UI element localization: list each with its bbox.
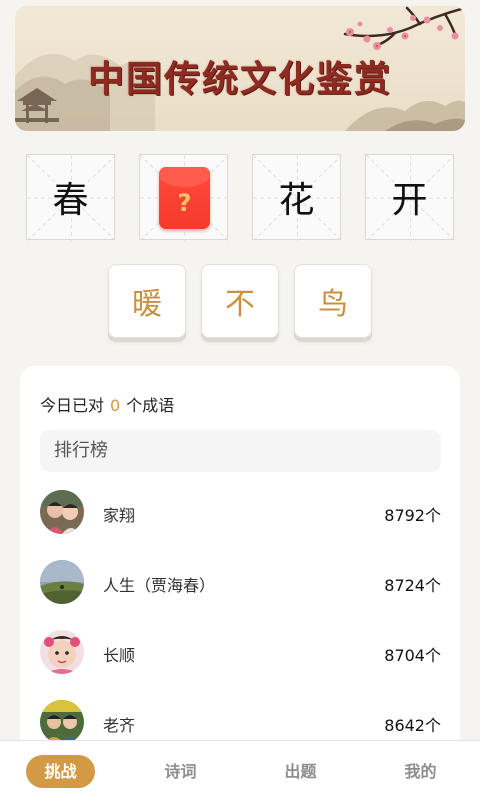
idiom-cell-1: 春	[26, 154, 116, 241]
avatar	[40, 700, 84, 744]
choice-button-1[interactable]: 暖	[108, 264, 186, 338]
idiom-cell-3: 花	[252, 154, 342, 241]
avatar	[40, 560, 84, 604]
player-score: 8642个	[384, 716, 441, 735]
today-stats: 今日已对 0 个成语	[40, 392, 174, 416]
idiom-char: 花	[278, 180, 315, 221]
leaderboard-row[interactable]: 老齐 8642个	[40, 700, 441, 744]
idiom-char: 春	[52, 180, 89, 221]
player-score: 8704个	[384, 646, 441, 665]
bottom-tab-bar: 挑战 诗词 出题 我的	[0, 740, 480, 800]
red-packet-icon[interactable]: ?	[159, 167, 210, 229]
tab-poetry[interactable]: 诗词	[146, 755, 215, 788]
today-suffix: 个成语	[126, 396, 175, 415]
idiom-cell-2[interactable]: ?	[139, 154, 229, 241]
player-name: 长顺	[103, 646, 136, 665]
question-mark: ?	[177, 189, 192, 217]
header-banner: 中国传统文化鉴赏	[15, 6, 465, 131]
banner-title: 中国传统文化鉴赏	[87, 58, 392, 100]
today-prefix: 今日已对	[40, 396, 105, 415]
player-name: 家翔	[103, 506, 136, 525]
idiom-puzzle: 春 ? 花 开	[26, 154, 455, 241]
leaderboard-title: 排行榜	[40, 430, 441, 472]
leaderboard-row[interactable]: 人生（贾海春） 8724个	[40, 560, 441, 604]
avatar	[40, 490, 84, 534]
player-name: 人生（贾海春）	[103, 576, 216, 595]
idiom-cell-4: 开	[365, 154, 455, 241]
tab-challenge[interactable]: 挑战	[26, 755, 95, 788]
leaderboard-row[interactable]: 长顺 8704个	[40, 630, 441, 674]
leaderboard-card: 今日已对 0 个成语 排行榜 家翔 8792个 人生（贾海春） 8724个 长顺…	[20, 366, 460, 800]
tab-mine[interactable]: 我的	[386, 755, 455, 788]
player-score: 8792个	[384, 506, 441, 525]
player-name: 老齐	[103, 716, 136, 735]
avatar	[40, 630, 84, 674]
player-score: 8724个	[384, 576, 441, 595]
choice-button-3[interactable]: 鸟	[294, 264, 372, 338]
leaderboard-row[interactable]: 家翔 8792个	[40, 490, 441, 534]
today-count: 0	[110, 396, 121, 415]
idiom-char: 开	[391, 180, 428, 221]
tab-create-question[interactable]: 出题	[266, 755, 335, 788]
choice-button-2[interactable]: 不	[201, 264, 279, 338]
